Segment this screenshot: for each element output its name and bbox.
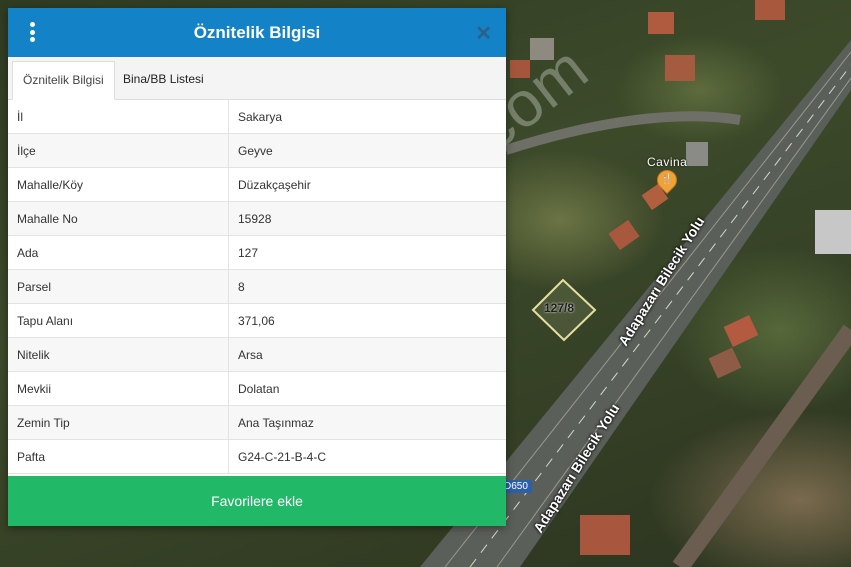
panel-header: Öznitelik Bilgisi ✕	[8, 8, 506, 57]
table-row: Mahalle No 15928	[8, 201, 506, 236]
attribute-value: 15928	[228, 201, 506, 236]
building	[608, 219, 640, 251]
add-to-favorites-button[interactable]: Favorilere ekle	[8, 476, 506, 526]
attribute-value: 127	[228, 235, 506, 270]
parcel-label: 127/8	[544, 301, 575, 315]
building	[686, 142, 708, 166]
table-row: Zemin Tip Ana Taşınmaz	[8, 405, 506, 440]
table-row: Mevkii Dolatan	[8, 371, 506, 406]
tab-bar: Öznitelik Bilgisi Bina/BB Listesi	[8, 57, 506, 100]
attribute-key: Zemin Tip	[8, 405, 229, 440]
attribute-panel: Öznitelik Bilgisi ✕ Öznitelik Bilgisi Bi…	[8, 8, 506, 526]
table-row: Ada 127	[8, 235, 506, 270]
attribute-value: 371,06	[228, 303, 506, 338]
tab-attribute-info[interactable]: Öznitelik Bilgisi	[12, 61, 115, 100]
attribute-value: Geyve	[228, 133, 506, 168]
attribute-key: Nitelik	[8, 337, 229, 372]
table-row: İl Sakarya	[8, 100, 506, 134]
table-row: Parsel 8	[8, 269, 506, 304]
poi-label[interactable]: Cavina	[647, 155, 687, 169]
railway	[672, 324, 851, 567]
tab-building-list[interactable]: Bina/BB Listesi	[113, 61, 214, 98]
attribute-key: Ada	[8, 235, 229, 270]
building	[755, 0, 785, 20]
building	[815, 210, 851, 254]
close-icon[interactable]: ✕	[475, 21, 492, 46]
panel-title: Öznitelik Bilgisi	[193, 22, 321, 42]
attribute-key: Mahalle No	[8, 201, 229, 236]
attribute-key: Mahalle/Köy	[8, 167, 229, 202]
building	[708, 347, 742, 379]
attribute-key: İlçe	[8, 133, 229, 168]
building	[580, 515, 630, 555]
attribute-key: Mevkii	[8, 371, 229, 406]
attribute-value: Düzakçaşehir	[228, 167, 506, 202]
attribute-key: Pafta	[8, 439, 229, 474]
table-row: Mahalle/Köy Düzakçaşehir	[8, 167, 506, 202]
attribute-key: Parsel	[8, 269, 229, 304]
attribute-value: Dolatan	[228, 371, 506, 406]
table-row: Nitelik Arsa	[8, 337, 506, 372]
attribute-value: 8	[228, 269, 506, 304]
attribute-value: Arsa	[228, 337, 506, 372]
building	[648, 12, 674, 34]
attribute-key: Tapu Alanı	[8, 303, 229, 338]
attribute-value: Ana Taşınmaz	[228, 405, 506, 440]
attribute-value: Sakarya	[228, 100, 506, 134]
table-row: İlçe Geyve	[8, 133, 506, 168]
table-row: Tapu Alanı 371,06	[8, 303, 506, 338]
attribute-key: İl	[8, 100, 229, 134]
table-row: Pafta G24-C-21-B-4-C	[8, 439, 506, 474]
vertical-dots-icon[interactable]	[26, 22, 38, 42]
building	[723, 315, 759, 347]
building	[665, 55, 695, 81]
attribute-value: G24-C-21-B-4-C	[228, 439, 506, 474]
attribute-table: İl Sakarya İlçe Geyve Mahalle/Köy Düzakçaşehi…	[8, 100, 506, 474]
